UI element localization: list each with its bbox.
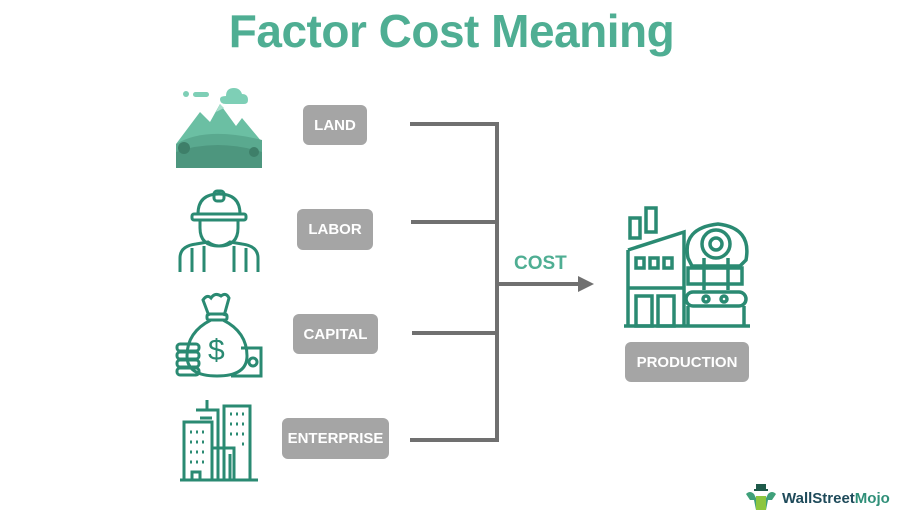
output-label-production: PRODUCTION [636,353,738,371]
factor-label-land: LAND [314,116,356,134]
svg-text:$: $ [208,334,225,367]
factor-pill-capital: CAPITAL [293,314,378,354]
money-bag-icon: $ [175,292,263,378]
factor-pill-enterprise: ENTERPRISE [282,418,389,459]
worker-icon [178,189,260,272]
output-pill-production: PRODUCTION [625,342,749,382]
brand-name-mojo: Mojo [854,489,890,507]
brand-logo: WallStreetMojo [744,484,890,512]
buildings-icon [180,400,258,482]
mountain-icon [176,88,262,168]
brand-name-wallstreet: WallStreet [782,489,855,507]
factor-pill-land: LAND [303,105,367,145]
connector-lines [410,122,594,442]
factor-pill-labor: LABOR [297,209,373,250]
factor-label-labor: LABOR [308,221,362,238]
factory-icon [624,206,750,328]
brand-name: WallStreetMojo [782,490,890,507]
factor-label-capital: CAPITAL [303,325,368,343]
cost-label: COST [514,253,567,274]
factor-label-enterprise: ENTERPRISE [287,430,384,447]
cost-arrowhead [578,276,594,292]
mojo-mascot-icon [746,484,776,510]
